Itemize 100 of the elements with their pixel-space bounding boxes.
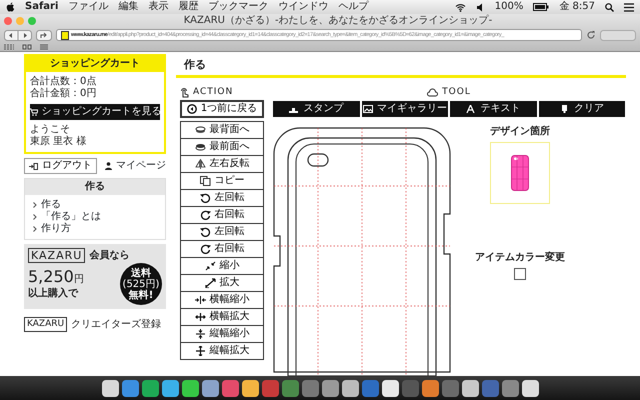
action-button[interactable]: 最背面へ bbox=[180, 121, 264, 140]
height-shrink-icon bbox=[194, 329, 206, 340]
dock-app-icon[interactable] bbox=[382, 380, 398, 396]
action-button[interactable]: 左回転 bbox=[180, 223, 264, 242]
action-button[interactable]: 縮小 bbox=[180, 257, 264, 276]
banner-condition: 以上購入で bbox=[28, 288, 80, 300]
tool-button[interactable]: テキスト bbox=[449, 100, 538, 118]
dock-app-icon[interactable] bbox=[242, 380, 258, 396]
picture-icon bbox=[362, 105, 373, 114]
dock-app-icon[interactable] bbox=[142, 380, 158, 396]
wifi-icon bbox=[454, 2, 466, 12]
action-button[interactable]: 右回転 bbox=[180, 240, 264, 258]
undo-button[interactable]: 1つ前に戻る bbox=[180, 100, 264, 118]
height-expand-icon bbox=[194, 346, 206, 356]
action-button[interactable]: 左右反転 bbox=[180, 155, 264, 174]
kazaru-logo: KAZARU bbox=[24, 317, 68, 332]
letter-a-icon bbox=[466, 105, 476, 114]
design-area-preview[interactable] bbox=[490, 142, 550, 204]
dock-app-icon[interactable] bbox=[102, 380, 118, 396]
shrink-icon bbox=[204, 261, 216, 272]
view-cart-button[interactable]: ショッピングカートを見る bbox=[30, 104, 160, 120]
battery-icon bbox=[533, 3, 550, 11]
menu-item[interactable]: ウインドウ bbox=[278, 0, 328, 14]
site-favicon-icon bbox=[61, 30, 69, 40]
enlarge-icon bbox=[204, 278, 216, 288]
tool-button[interactable]: スタンプ bbox=[272, 100, 360, 118]
mypage-link[interactable]: マイページ bbox=[105, 160, 166, 172]
share-icon[interactable] bbox=[36, 30, 52, 40]
back-forward-buttons-icon[interactable] bbox=[4, 30, 32, 40]
action-button[interactable]: 最前面へ bbox=[180, 138, 264, 156]
person-icon bbox=[105, 162, 112, 170]
stamp-icon bbox=[289, 105, 300, 114]
phone-icon bbox=[560, 105, 570, 114]
phone-case-icon bbox=[511, 155, 529, 192]
action-button[interactable]: 左回転 bbox=[180, 189, 264, 208]
rotate-right-icon bbox=[200, 244, 210, 254]
action-button[interactable]: 横幅縮小 bbox=[180, 291, 264, 310]
rotate-left-icon bbox=[200, 227, 210, 238]
bookmarks-grid-icon[interactable] bbox=[40, 44, 48, 50]
menu-clock: 金 8:57 bbox=[559, 0, 595, 14]
dock-app-icon[interactable] bbox=[322, 380, 338, 396]
creators-register-link[interactable]: KAZARU クリエイターズ登録 bbox=[24, 317, 162, 332]
dock-app-icon[interactable] bbox=[202, 380, 218, 396]
reload-icon[interactable] bbox=[586, 30, 596, 40]
menu-item[interactable]: 表示 bbox=[148, 0, 168, 14]
list-icon[interactable] bbox=[624, 2, 634, 12]
width-shrink-icon bbox=[194, 295, 206, 306]
menu-link[interactable]: 作り方 bbox=[41, 223, 71, 235]
copy-icon bbox=[200, 176, 210, 186]
dock-app-icon[interactable] bbox=[522, 380, 538, 396]
tool-heading: TOOL bbox=[442, 87, 471, 98]
page-title: 作る bbox=[176, 54, 626, 78]
dock-app-icon[interactable] bbox=[422, 380, 438, 396]
menu-item[interactable]: ヘルプ bbox=[338, 0, 368, 14]
user-name: 東原 里衣 様 bbox=[30, 136, 88, 148]
action-button[interactable]: 拡大 bbox=[180, 274, 264, 292]
menu-link[interactable]: 「作る」とは bbox=[41, 211, 101, 223]
menu-title: 作る bbox=[25, 179, 165, 195]
battery-percentage: 100% bbox=[494, 0, 524, 14]
dock-app-icon[interactable] bbox=[462, 380, 478, 396]
member-banner[interactable]: KAZARU 会員なら 5,250円 以上購入で 送料 (525円) 無料! bbox=[24, 244, 166, 309]
cart-title: ショッピングカート bbox=[26, 56, 164, 72]
design-area-label: デザイン箇所 bbox=[490, 126, 550, 138]
action-button[interactable]: 右回転 bbox=[180, 206, 264, 224]
logout-button[interactable]: ログアウト bbox=[24, 158, 97, 174]
menu-link[interactable]: 作る bbox=[41, 199, 61, 211]
speaker-icon bbox=[476, 2, 485, 12]
action-button[interactable]: 縦幅縮小 bbox=[180, 325, 264, 344]
banner-amount: 5,250円 bbox=[28, 268, 84, 288]
dock-app-icon[interactable] bbox=[182, 380, 198, 396]
dock-app-icon[interactable] bbox=[162, 380, 178, 396]
menu-item[interactable]: ブックマーク bbox=[208, 0, 268, 14]
action-heading: ACTION bbox=[193, 87, 234, 98]
top-sites-icon[interactable] bbox=[4, 44, 14, 50]
item-color-swatch[interactable] bbox=[514, 268, 526, 280]
logout-icon bbox=[29, 162, 38, 170]
menu-item[interactable]: ファイル bbox=[68, 0, 108, 14]
menu-item[interactable]: Safari bbox=[25, 0, 58, 14]
search-icon[interactable] bbox=[605, 2, 614, 12]
width-expand-icon bbox=[194, 312, 206, 322]
banner-member-text: 会員なら bbox=[89, 250, 130, 262]
back-circle-icon bbox=[186, 104, 197, 114]
reading-list-icon[interactable] bbox=[22, 44, 32, 50]
apple-logo-icon bbox=[6, 2, 15, 12]
action-button[interactable]: 横幅拡大 bbox=[180, 308, 264, 326]
rotate-right-icon bbox=[200, 210, 210, 220]
tool-button[interactable]: マイギャラリー bbox=[360, 100, 449, 118]
action-button[interactable]: コピー bbox=[180, 172, 264, 190]
send-backward-icon bbox=[194, 125, 206, 136]
creators-register-label: クリエイターズ登録 bbox=[71, 318, 162, 330]
cart-total-items: 合計点数：0点 bbox=[30, 76, 98, 88]
menu-item[interactable]: 編集 bbox=[118, 0, 138, 14]
window-title: KAZARU（かざる）-わたしを、あなたをかざるオンラインショップ- bbox=[182, 14, 494, 27]
dock-app-icon[interactable] bbox=[342, 380, 358, 396]
tool-button[interactable]: クリア bbox=[538, 100, 626, 118]
cart-icon bbox=[28, 108, 38, 116]
menu-item[interactable]: 履歴 bbox=[178, 0, 198, 14]
action-button[interactable]: 縦幅拡大 bbox=[180, 342, 264, 360]
welcome-text: ようこそ bbox=[30, 124, 71, 136]
free-shipping-badge: 送料 (525円) 無料! bbox=[120, 263, 162, 305]
